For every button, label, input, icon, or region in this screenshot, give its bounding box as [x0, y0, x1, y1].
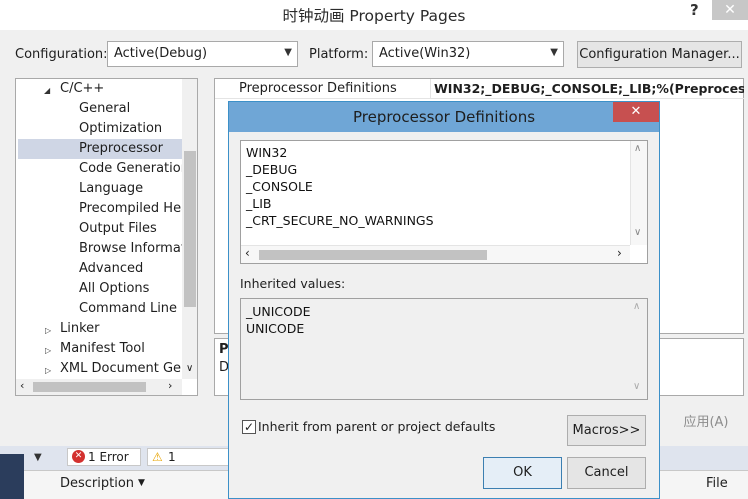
definition-line: WIN32	[246, 145, 288, 160]
definition-line: _CRT_SECURE_NO_WARNINGS	[246, 213, 434, 228]
error-icon: ✕	[72, 450, 85, 463]
definitions-vscrollbar[interactable]: ∧ ∨	[630, 141, 647, 245]
warning-icon: ⚠	[152, 450, 163, 464]
tree-item-xml-document-generator[interactable]: XML Document Gene	[60, 361, 197, 376]
warning-tab-label: 1 Warning	[168, 450, 217, 465]
dialog-title: Preprocessor Definitions	[352, 108, 536, 126]
platform-label: Platform:	[309, 47, 369, 62]
tree-vscroll-thumb[interactable]	[184, 151, 196, 307]
preprocessor-definitions-dialog: Preprocessor Definitions ✕ WIN32 _DEBUG …	[228, 101, 660, 499]
expand-triangle-icon[interactable]: ▷	[45, 346, 51, 355]
column-description[interactable]: Description	[60, 476, 134, 491]
inherited-values-label: Inherited values:	[240, 276, 346, 291]
chevron-up-icon[interactable]: ∧	[633, 301, 640, 312]
dropdown-arrow-icon[interactable]: ▼	[34, 452, 42, 463]
definitions-hscroll-thumb[interactable]	[259, 250, 487, 260]
chevron-up-icon[interactable]: ∧	[634, 143, 641, 154]
tree-item-all-options[interactable]: All Options	[79, 281, 149, 296]
tree-item-precompiled-headers[interactable]: Precompiled Heac	[79, 201, 196, 216]
chevron-left-icon[interactable]: ‹	[20, 379, 24, 392]
chevron-right-icon[interactable]: ›	[168, 379, 172, 392]
configuration-label: Configuration:	[15, 47, 108, 62]
inherit-checkbox[interactable]: ✓	[242, 420, 256, 434]
expand-triangle-icon[interactable]: ▷	[45, 366, 51, 375]
configuration-value: Active(Debug)	[114, 46, 208, 61]
tree-item-command-line[interactable]: Command Line	[79, 301, 177, 316]
inherit-checkbox-label[interactable]: Inherit from parent or project defaults	[258, 419, 495, 434]
configuration-dropdown[interactable]: Active(Debug) ▼	[107, 41, 298, 67]
definition-line: _DEBUG	[246, 162, 298, 177]
inherited-line: UNICODE	[246, 321, 305, 336]
definitions-textarea[interactable]: WIN32 _DEBUG _CONSOLE _LIB _CRT_SECURE_N…	[240, 140, 648, 264]
configuration-manager-button[interactable]: Configuration Manager...	[577, 41, 742, 68]
tree-item-manifest-tool[interactable]: Manifest Tool	[60, 341, 145, 356]
window-title: 时钟动画 Property Pages	[282, 7, 466, 25]
dialog-close-button[interactable]: ✕	[613, 102, 659, 122]
window-close-button[interactable]: ✕	[712, 0, 748, 20]
collapse-triangle-icon[interactable]: ◢	[44, 86, 50, 95]
apply-button[interactable]: 应用(A)	[668, 409, 744, 437]
tree-item-advanced[interactable]: Advanced	[79, 261, 143, 276]
warning-filter-tab[interactable]: ⚠ 1 Warning	[147, 448, 229, 466]
tree-item-optimization[interactable]: Optimization	[79, 121, 162, 136]
property-value: WIN32;_DEBUG;_CONSOLE;_LIB;%(Preprocesso…	[434, 81, 744, 96]
tree-item-output-files[interactable]: Output Files	[79, 221, 157, 236]
tree-item-preprocessor[interactable]: Preprocessor	[79, 141, 163, 156]
tree-item-code-generation[interactable]: Code Generation	[79, 161, 189, 176]
inherited-values-box[interactable]: _UNICODE UNICODE ∧ ∨	[240, 298, 648, 400]
chevron-down-icon[interactable]: ∨	[633, 381, 640, 392]
chevron-right-icon[interactable]: ›	[617, 246, 622, 260]
platform-value: Active(Win32)	[379, 46, 471, 61]
definition-line: _LIB	[246, 196, 272, 211]
inherited-vscrollbar[interactable]: ∧ ∨	[630, 299, 647, 399]
property-tree: ◢ C/C++ General Optimization Preprocesso…	[15, 78, 198, 396]
cancel-button[interactable]: Cancel	[567, 457, 646, 489]
expand-triangle-icon[interactable]: ▷	[45, 326, 51, 335]
inherited-line: _UNICODE	[246, 304, 311, 319]
tree-hscroll-thumb[interactable]	[33, 382, 146, 392]
definitions-hscrollbar[interactable]: ‹ ›	[241, 245, 630, 263]
help-icon[interactable]: ?	[690, 1, 699, 19]
property-name: Preprocessor Definitions	[239, 81, 397, 96]
property-value-cell[interactable]: WIN32;_DEBUG;_CONSOLE;_LIB;%(Preprocesso…	[431, 79, 744, 99]
tree-item-browse-information[interactable]: Browse Informatic	[79, 241, 197, 256]
sort-arrow-icon[interactable]: ▼	[138, 478, 145, 488]
macros-button[interactable]: Macros>>	[567, 415, 646, 446]
tree-item-language[interactable]: Language	[79, 181, 143, 196]
chevron-down-icon: ▼	[550, 47, 558, 58]
tree-item-linker[interactable]: Linker	[60, 321, 100, 336]
tree-item-cpp[interactable]: C/C++	[60, 81, 104, 96]
chevron-left-icon[interactable]: ‹	[245, 246, 250, 260]
ok-button[interactable]: OK	[483, 457, 562, 489]
error-tab-label: 1 Error	[88, 450, 129, 464]
column-file[interactable]: File	[706, 476, 728, 491]
tree-item-general[interactable]: General	[79, 101, 130, 116]
ide-side-strip	[0, 454, 24, 499]
platform-dropdown[interactable]: Active(Win32) ▼	[372, 41, 564, 67]
property-name-cell[interactable]: Preprocessor Definitions	[215, 79, 431, 99]
chevron-down-icon[interactable]: ∨	[634, 227, 641, 238]
dialog-title-bar: Preprocessor Definitions ✕	[229, 102, 659, 132]
error-filter-tab[interactable]: ✕ 1 Error	[67, 448, 141, 466]
chevron-down-icon[interactable]: ∨	[186, 363, 193, 374]
definition-line: _CONSOLE	[246, 179, 313, 194]
chevron-down-icon: ▼	[284, 47, 292, 58]
